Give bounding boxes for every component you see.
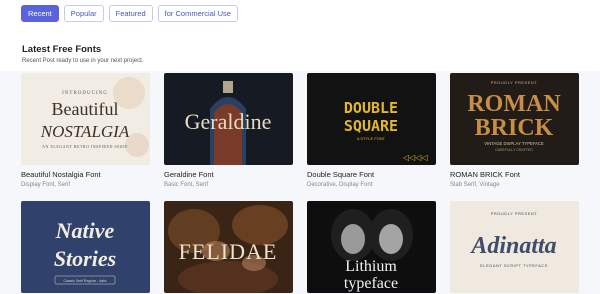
double-square-preview: DOUBLE SQUARE A STYLE FONT ◁◁◁◁ xyxy=(307,73,436,165)
felidae-preview: FELIDAE xyxy=(164,201,293,293)
art-word: Geraldine xyxy=(185,109,272,134)
font-card[interactable]: Native Stories Classic Serif Regular - I… xyxy=(21,201,150,293)
font-categories[interactable]: Slab Serif, Vintage xyxy=(450,182,579,188)
font-thumbnail[interactable]: PROUDLY PRESENT Adinatta ELEGANT SCRIPT … xyxy=(450,201,579,293)
font-categories[interactable]: Decorative, Display Font xyxy=(307,182,436,188)
font-thumbnail[interactable]: PROUDLY PRESENT ROMAN BRICK VINTAGE DISP… xyxy=(450,73,579,165)
tab-recent[interactable]: Recent xyxy=(21,5,59,22)
font-title[interactable]: Geraldine Font xyxy=(164,170,293,179)
art-word: Adinatta xyxy=(469,233,556,259)
font-categories[interactable]: Display Font, Serif xyxy=(21,182,150,188)
art-tagline: A STYLE FONT xyxy=(357,136,386,141)
art-sub: CAREFULLY CRAFTED xyxy=(495,148,533,152)
art-top: PROUDLY PRESENT xyxy=(491,211,538,216)
font-card[interactable]: Geraldine Geraldine Font Basic Font, Ser… xyxy=(164,73,293,188)
font-thumbnail[interactable]: Native Stories Classic Serif Regular - I… xyxy=(21,201,150,293)
arrows-icon: ◁◁◁◁ xyxy=(402,153,428,162)
lithium-preview: Lithium typeface xyxy=(307,201,436,293)
art-tagline: Classic Serif Regular - Italic xyxy=(64,279,107,283)
adinatta-preview: PROUDLY PRESENT Adinatta ELEGANT SCRIPT … xyxy=(450,201,579,293)
nostalgia-preview: INTRODUCING Beautiful NOSTALGIA AN ELEGA… xyxy=(21,73,150,165)
font-thumbnail[interactable]: Lithium typeface xyxy=(307,201,436,293)
art-intro: INTRODUCING xyxy=(62,91,108,96)
art-line2: NOSTALGIA xyxy=(40,122,130,141)
tab-commercial-use[interactable]: for Commercial Use xyxy=(157,5,238,22)
art-line1: Lithium xyxy=(345,258,397,275)
font-thumbnail[interactable]: FELIDAE xyxy=(164,201,293,293)
art-line2: Stories xyxy=(54,246,116,271)
font-thumbnail[interactable]: Geraldine xyxy=(164,73,293,165)
font-card[interactable]: DOUBLE SQUARE A STYLE FONT ◁◁◁◁ Double S… xyxy=(307,73,436,188)
filter-tabs: Recent Popular Featured for Commercial U… xyxy=(21,5,238,22)
art-line2: BRICK xyxy=(475,115,554,141)
art-tagline: ELEGANT SCRIPT TYPEFACE xyxy=(480,263,548,268)
font-card[interactable]: PROUDLY PRESENT ROMAN BRICK VINTAGE DISP… xyxy=(450,73,579,188)
roman-brick-preview: PROUDLY PRESENT ROMAN BRICK VINTAGE DISP… xyxy=(450,73,579,165)
font-thumbnail[interactable]: INTRODUCING Beautiful NOSTALGIA AN ELEGA… xyxy=(21,73,150,165)
art-line1: Native xyxy=(55,218,115,243)
font-thumbnail[interactable]: DOUBLE SQUARE A STYLE FONT ◁◁◁◁ xyxy=(307,73,436,165)
filter-bar: Recent Popular Featured for Commercial U… xyxy=(0,0,600,30)
tab-popular[interactable]: Popular xyxy=(63,5,104,22)
art-line2: typeface xyxy=(344,275,398,292)
font-card[interactable]: FELIDAE xyxy=(164,201,293,293)
font-categories[interactable]: Basic Font, Serif xyxy=(164,182,293,188)
art-line1: ROMAN xyxy=(467,91,561,117)
tab-featured[interactable]: Featured xyxy=(108,5,153,22)
font-card[interactable]: Lithium typeface xyxy=(307,201,436,293)
geraldine-preview: Geraldine xyxy=(164,73,293,165)
section-subtitle: Recent Post ready to use in your next pr… xyxy=(22,58,144,64)
font-grid: INTRODUCING Beautiful NOSTALGIA AN ELEGA… xyxy=(0,71,600,294)
art-top: PROUDLY PRESENT xyxy=(491,80,538,85)
art-tagline: AN ELEGANT RETRO INSPIRED SERIF xyxy=(42,144,128,149)
native-stories-preview: Native Stories Classic Serif Regular - I… xyxy=(21,201,150,293)
art-tagline: VINTAGE DISPLAY TYPEFACE xyxy=(484,141,544,146)
art-line1: DOUBLE xyxy=(344,99,398,117)
section-title: Latest Free Fonts xyxy=(22,44,102,55)
font-title[interactable]: ROMAN BRICK Font xyxy=(450,170,579,179)
font-title[interactable]: Double Square Font xyxy=(307,170,436,179)
font-title[interactable]: Beautiful Nostalgia Font xyxy=(21,170,150,179)
font-card[interactable]: PROUDLY PRESENT Adinatta ELEGANT SCRIPT … xyxy=(450,201,579,293)
art-word: FELIDAE xyxy=(179,239,278,264)
font-card[interactable]: INTRODUCING Beautiful NOSTALGIA AN ELEGA… xyxy=(21,73,150,188)
art-line2: SQUARE xyxy=(344,117,398,135)
art-line1: Beautiful xyxy=(52,99,119,119)
